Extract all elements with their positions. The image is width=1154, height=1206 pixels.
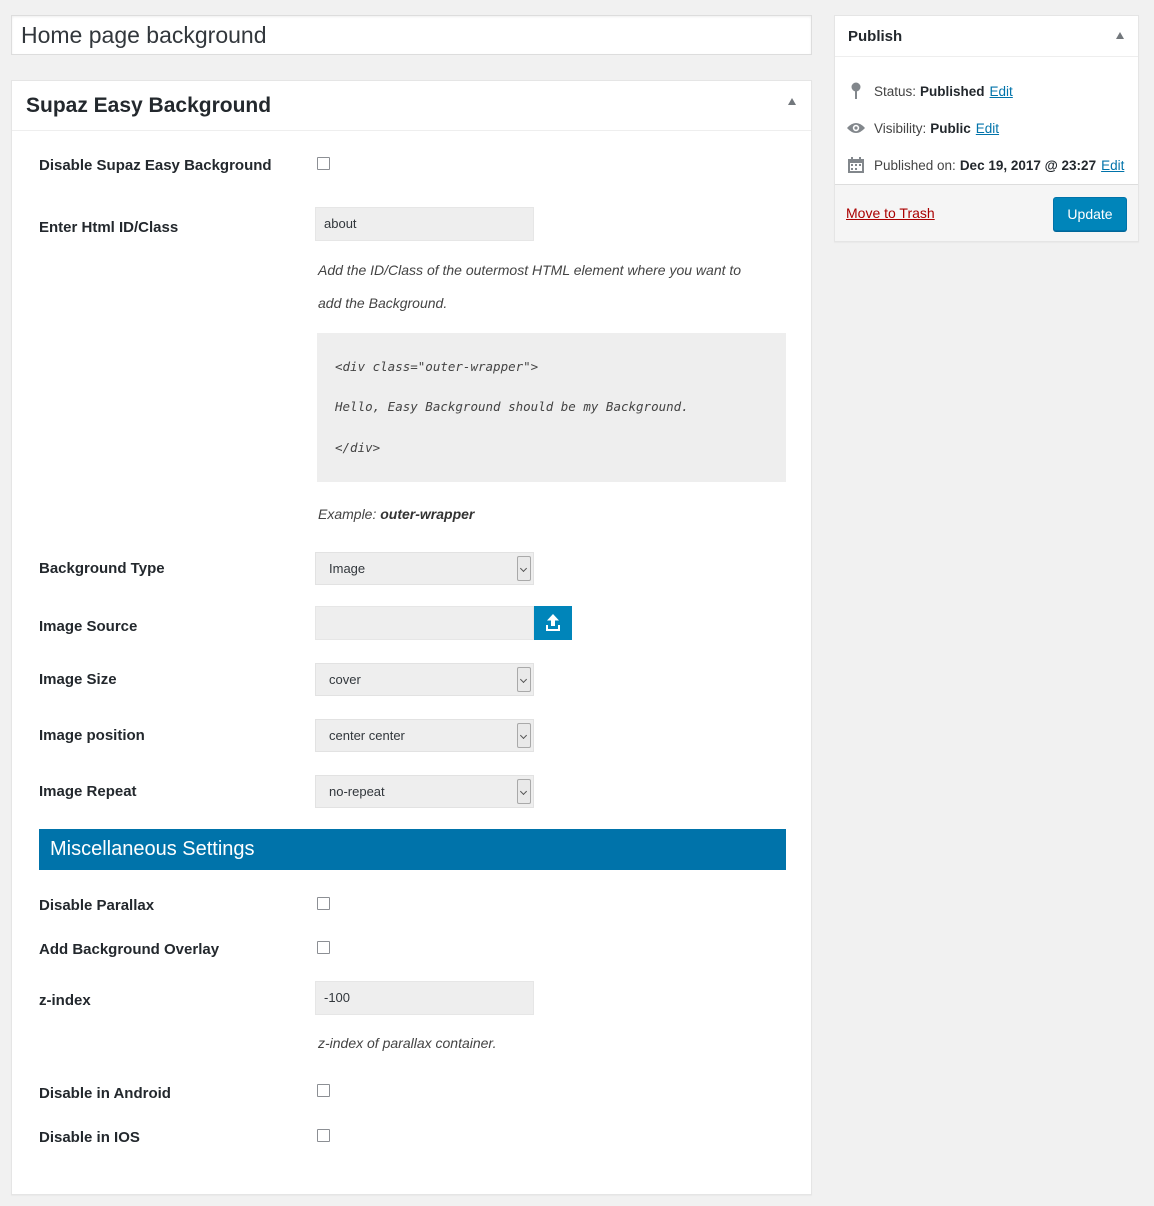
chevron-down-icon bbox=[517, 667, 531, 692]
bg-type-value: Image bbox=[329, 561, 366, 576]
disable-checkbox[interactable] bbox=[317, 157, 330, 170]
image-position-select[interactable]: center center bbox=[315, 719, 534, 752]
published-value: Dec 19, 2017 @ 23:27 bbox=[959, 157, 1097, 173]
visibility-row: Visibility: Public Edit bbox=[846, 118, 999, 138]
publish-actions: Move to Trash Update bbox=[835, 184, 1138, 241]
image-size-select[interactable]: cover bbox=[315, 663, 534, 696]
status-label: Status: bbox=[874, 83, 917, 99]
code-example: <div class="outer-wrapper"> Hello, Easy … bbox=[317, 333, 786, 482]
image-source-input[interactable] bbox=[315, 606, 534, 640]
disable-label: Disable Supaz Easy Background bbox=[39, 157, 272, 174]
upload-button[interactable] bbox=[534, 606, 572, 640]
image-repeat-select[interactable]: no-repeat bbox=[315, 775, 534, 808]
metabox-header[interactable]: Supaz Easy Background bbox=[12, 81, 811, 131]
published-row: Published on: Dec 19, 2017 @ 23:27 Edit bbox=[846, 155, 1124, 175]
image-size-label: Image Size bbox=[39, 671, 117, 688]
visibility-label: Visibility: bbox=[874, 120, 927, 136]
image-repeat-value: no-repeat bbox=[329, 784, 385, 799]
post-title-input[interactable]: Home page background bbox=[11, 15, 812, 55]
example-value: outer-wrapper bbox=[380, 506, 475, 522]
visibility-value: Public bbox=[930, 120, 971, 136]
supaz-metabox: Supaz Easy Background Disable Supaz Easy… bbox=[11, 80, 812, 1195]
publish-title: Publish bbox=[848, 28, 903, 45]
image-size-value: cover bbox=[329, 672, 361, 687]
zindex-help: z-index of parallax container. bbox=[318, 1035, 497, 1051]
visibility-edit-link[interactable]: Edit bbox=[976, 121, 999, 136]
example-prefix: Example: bbox=[318, 506, 377, 522]
example-text: Example: outer-wrapper bbox=[318, 506, 474, 522]
html-id-label: Enter Html ID/Class bbox=[39, 219, 179, 236]
publish-box: Publish Status: Published Edit Visibilit… bbox=[834, 15, 1139, 242]
pin-icon bbox=[846, 81, 866, 101]
html-id-input[interactable]: about bbox=[315, 207, 534, 241]
disable-parallax-label: Disable Parallax bbox=[39, 897, 155, 914]
published-edit-link[interactable]: Edit bbox=[1101, 158, 1124, 173]
metabox-title: Supaz Easy Background bbox=[26, 94, 272, 117]
toggle-arrow-icon[interactable] bbox=[788, 98, 796, 105]
add-overlay-label: Add Background Overlay bbox=[39, 941, 220, 958]
html-id-help-2: add the Background. bbox=[318, 295, 448, 311]
eye-icon bbox=[846, 118, 866, 138]
add-overlay-checkbox[interactable] bbox=[317, 941, 330, 954]
update-button[interactable]: Update bbox=[1053, 197, 1127, 231]
bg-type-label: Background Type bbox=[39, 560, 165, 577]
published-label: Published on: bbox=[874, 157, 956, 173]
publish-header[interactable]: Publish bbox=[835, 16, 1138, 57]
image-source-label: Image Source bbox=[39, 618, 138, 635]
status-row: Status: Published Edit bbox=[846, 81, 1013, 101]
bg-type-select[interactable]: Image bbox=[315, 552, 534, 585]
calendar-icon bbox=[846, 155, 866, 175]
image-position-value: center center bbox=[329, 728, 405, 743]
chevron-down-icon bbox=[517, 723, 531, 748]
disable-android-label: Disable in Android bbox=[39, 1085, 171, 1102]
code-line-2: Hello, Easy Background should be my Back… bbox=[335, 399, 689, 414]
status-value: Published bbox=[920, 83, 985, 99]
toggle-arrow-icon[interactable] bbox=[1116, 32, 1124, 39]
image-repeat-label: Image Repeat bbox=[39, 783, 137, 800]
zindex-input[interactable]: -100 bbox=[315, 981, 534, 1015]
zindex-label: z-index bbox=[39, 992, 91, 1009]
disable-ios-label: Disable in IOS bbox=[39, 1129, 140, 1146]
chevron-down-icon bbox=[517, 779, 531, 804]
code-line-3: </div> bbox=[335, 440, 381, 455]
status-edit-link[interactable]: Edit bbox=[990, 84, 1013, 99]
code-line-1: <div class="outer-wrapper"> bbox=[335, 359, 539, 374]
disable-ios-checkbox[interactable] bbox=[317, 1129, 330, 1142]
move-to-trash-link[interactable]: Move to Trash bbox=[846, 205, 935, 221]
upload-icon bbox=[546, 614, 560, 631]
html-id-help-1: Add the ID/Class of the outermost HTML e… bbox=[318, 262, 742, 278]
disable-android-checkbox[interactable] bbox=[317, 1084, 330, 1097]
misc-section-heading: Miscellaneous Settings bbox=[39, 829, 786, 870]
disable-parallax-checkbox[interactable] bbox=[317, 897, 330, 910]
image-position-label: Image position bbox=[39, 727, 145, 744]
chevron-down-icon bbox=[517, 556, 531, 581]
